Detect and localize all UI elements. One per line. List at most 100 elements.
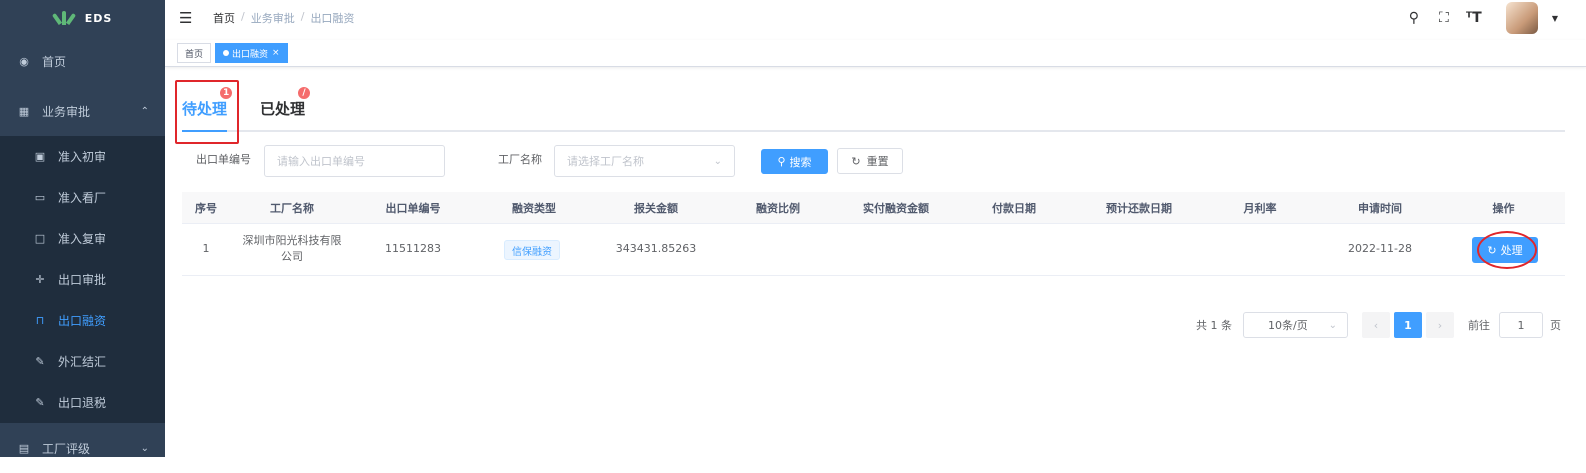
sidebar-item-admission-review[interactable]: □ 准入复审 [0, 218, 165, 259]
reset-button-label: 重置 [866, 155, 889, 168]
tab-processed[interactable]: 已处理 / [260, 86, 311, 119]
sidebar-item-home[interactable]: ◉ 首页 [0, 36, 165, 86]
breadcrumb-separator: / [300, 10, 305, 23]
sidebar-item-factory-rating[interactable]: ▤ 工厂评级 ⌄ [0, 423, 165, 473]
sidebar-item-export-financing[interactable]: ⊓ 出口融资 [0, 300, 165, 341]
page-number-current[interactable]: 1 [1394, 312, 1422, 338]
pagination: 共 1 条 10条/页 ⌄ ‹ 1 › 前往 1 页 [1190, 312, 1570, 338]
factory-select[interactable]: 请选择工厂名称 ⌄ [554, 145, 735, 177]
jump-prefix: 前往 [1468, 319, 1490, 332]
table-header: 序号 工厂名称 出口单编号 融资类型 报关金额 融资比例 实付融资金额 付款日期… [182, 192, 1565, 224]
edit-doc-icon: ✎ [35, 396, 45, 409]
sidebar-item-business-approval[interactable]: ▦ 业务审批 ⌃ [0, 86, 165, 136]
column-header: 付款日期 [992, 201, 1036, 215]
column-header: 实付融资金额 [863, 201, 929, 215]
annotation-highlight-ellipse [1477, 231, 1537, 269]
chevron-down-icon: ⌄ [140, 442, 149, 454]
breadcrumb-item[interactable]: 首页 [213, 10, 235, 26]
data-table: 序号 工厂名称 出口单编号 融资类型 报关金额 融资比例 实付融资金额 付款日期… [182, 192, 1565, 276]
column-header: 报关金额 [634, 201, 678, 215]
sidebar-item-label: 外汇结汇 [58, 355, 107, 369]
refresh-icon: ↻ [851, 154, 861, 168]
breadcrumb: 首页 / 业务审批 / 出口融资 [213, 10, 354, 26]
sidebar-item-export-approval[interactable]: ✛ 出口审批 [0, 259, 165, 300]
tab-badge: / [297, 86, 311, 100]
breadcrumb-separator: / [241, 10, 245, 23]
sidebar: EDS ◉ 首页 ▦ 业务审批 ⌃ ▣ 准入初审 ▭ 准入看厂 □ 准入复审 ✛… [0, 0, 165, 457]
hamburger-icon[interactable]: ☰ [179, 9, 195, 27]
sidebar-item-label: 出口融资 [58, 314, 107, 328]
prev-page-button[interactable]: ‹ [1362, 312, 1390, 338]
monitor-icon: ▤ [18, 441, 30, 455]
document-icon: □ [34, 232, 46, 245]
sidebar-item-export-tax-refund[interactable]: ✎ 出口退税 [0, 382, 165, 423]
column-header: 申请时间 [1358, 201, 1402, 215]
sidebar-item-label: 出口审批 [58, 273, 107, 287]
placeholder: 请输入出口单编号 [277, 155, 365, 168]
caret-down-icon[interactable]: ▼ [1552, 14, 1558, 23]
column-header: 操作 [1492, 201, 1515, 215]
navbar: ☰ 首页 / 业务审批 / 出口融资 ⚲ ⛶ ᵀT ▼ [165, 0, 1586, 36]
reset-button[interactable]: ↻ 重置 [837, 148, 903, 174]
tags-view: 首页 出口融资 × [165, 40, 1586, 67]
sidebar-item-admission-visit[interactable]: ▭ 准入看厂 [0, 177, 165, 218]
jump-suffix: 页 [1550, 319, 1561, 332]
column-header: 融资类型 [512, 201, 556, 215]
move-icon: ✛ [35, 273, 45, 286]
sidebar-item-fx-settlement[interactable]: ✎ 外汇结汇 [0, 341, 165, 382]
tab-label: 已处理 [260, 100, 306, 118]
next-page-button[interactable]: › [1426, 312, 1454, 338]
search-icon[interactable]: ⚲ [1406, 10, 1422, 26]
export-no-input[interactable]: 请输入出口单编号 [264, 145, 445, 177]
page-jump-input[interactable]: 1 [1499, 312, 1543, 338]
chevron-down-icon: ⌄ [1328, 319, 1337, 331]
page-size-select[interactable]: 10条/页 ⌄ [1243, 312, 1348, 338]
cell-amount: 343431.85263 [615, 242, 697, 255]
cell-export-no: 11511283 [385, 242, 441, 255]
search-icon: ⚲ [777, 155, 786, 168]
font-size-icon[interactable]: ᵀT [1466, 10, 1482, 26]
form-icon: ⊓ [35, 314, 45, 327]
page-size-value: 10条/页 [1268, 319, 1308, 332]
tag-label: 出口融资 [232, 49, 269, 60]
factory-label: 工厂名称 [498, 153, 542, 166]
column-header: 预计还款日期 [1106, 201, 1172, 215]
sidebar-item-label: 业务审批 [42, 104, 91, 119]
export-no-label: 出口单编号 [196, 153, 251, 166]
tabs: 待处理 1 已处理 / [182, 84, 1565, 132]
edit-doc-icon: ✎ [35, 355, 45, 368]
column-header: 融资比例 [756, 201, 800, 215]
annotation-highlight-box [175, 80, 239, 144]
search-form: 出口单编号 请输入出口单编号 工厂名称 请选择工厂名称 ⌄ ⚲ 搜索 ↻ 重置 [196, 145, 1566, 177]
chevron-down-icon: ⌄ [713, 155, 722, 167]
tag-label: 首页 [185, 49, 204, 60]
placeholder: 请选择工厂名称 [567, 155, 644, 168]
search-button[interactable]: ⚲ 搜索 [761, 149, 828, 174]
cell-apply-time: 2022-11-28 [1348, 242, 1412, 255]
edit-icon: ▣ [34, 150, 46, 163]
column-header: 序号 [195, 201, 217, 215]
active-dot-icon [223, 50, 230, 56]
dashboard-icon: ◉ [19, 54, 29, 68]
logo-icon [51, 11, 76, 26]
breadcrumb-item: 出口融资 [310, 12, 355, 25]
logo[interactable]: EDS [0, 0, 165, 36]
sidebar-item-label: 工厂评级 [42, 441, 91, 456]
finance-type-tag: 信保融资 [504, 240, 560, 260]
close-icon[interactable]: × [272, 48, 280, 58]
avatar[interactable] [1505, 2, 1538, 34]
sidebar-item-admission-initial[interactable]: ▣ 准入初审 [0, 136, 165, 177]
chevron-up-icon: ⌃ [140, 105, 149, 117]
tag-home[interactable]: 首页 [177, 43, 212, 63]
column-header: 工厂名称 [270, 201, 314, 215]
monitor-icon: ▭ [34, 191, 46, 204]
table-row: 1 深圳市阳光科技有限公司 11511283 信保融资 343431.85263… [182, 224, 1565, 276]
cell-index: 1 [202, 242, 210, 255]
logo-text: EDS [84, 11, 113, 25]
sidebar-item-label: 出口退税 [58, 396, 107, 410]
tag-export-financing[interactable]: 出口融资 × [215, 43, 288, 63]
table-icon: ▦ [18, 104, 30, 118]
column-header: 月利率 [1243, 201, 1277, 215]
sidebar-item-label: 首页 [42, 54, 67, 69]
fullscreen-icon[interactable]: ⛶ [1436, 10, 1452, 26]
